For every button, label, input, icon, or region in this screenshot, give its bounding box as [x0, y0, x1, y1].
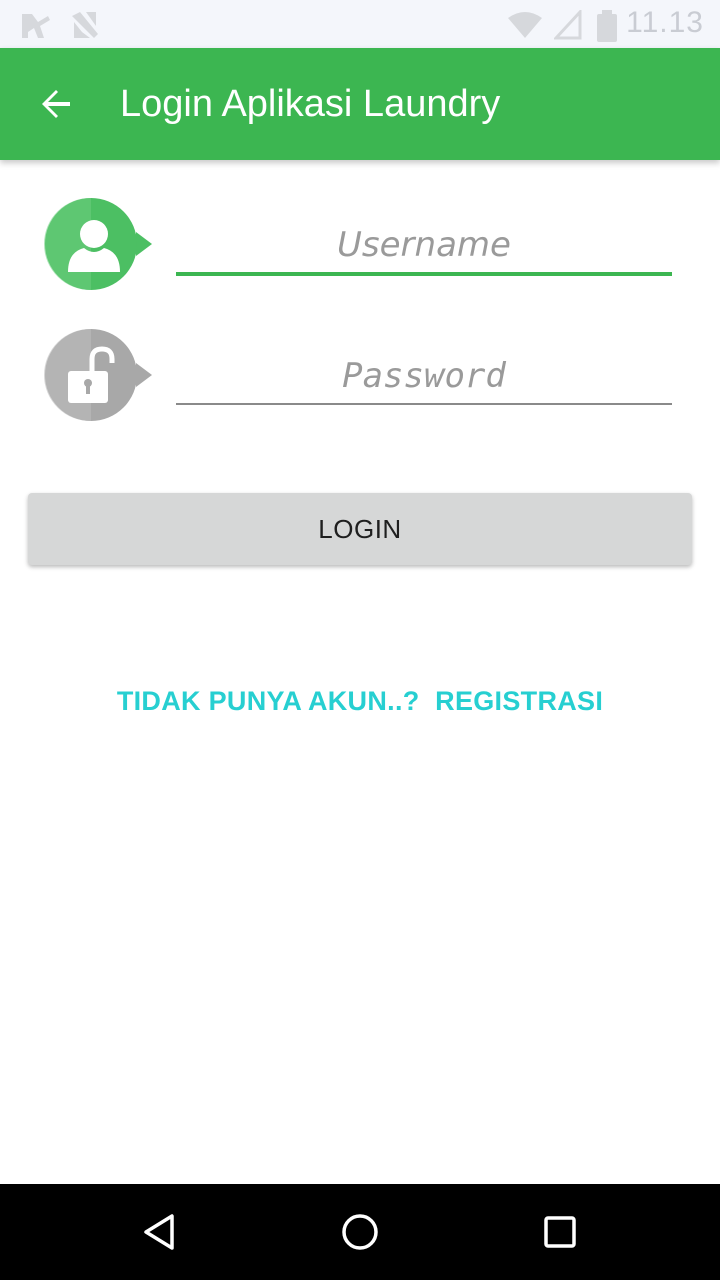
wifi-icon — [508, 12, 542, 38]
nav-back-button[interactable] — [132, 1204, 188, 1260]
nav-home-button[interactable] — [332, 1204, 388, 1260]
unlocked-padlock-icon — [44, 329, 152, 422]
login-button[interactable]: LOGIN — [28, 493, 692, 565]
username-row — [44, 198, 674, 294]
recent-apps-square-icon — [544, 1216, 576, 1248]
no-sim-icon — [72, 12, 98, 38]
back-triangle-icon — [144, 1214, 174, 1250]
password-row — [44, 329, 674, 425]
nav-recent-apps-button[interactable] — [532, 1204, 588, 1260]
home-circle-icon — [342, 1214, 378, 1250]
battery-icon — [597, 10, 617, 42]
login-screen: 11.13 Login Aplikasi Laundry Username LO… — [0, 0, 720, 1280]
username-underline — [176, 272, 672, 276]
arrow-left-icon — [42, 90, 70, 118]
status-bar: 11.13 — [0, 0, 720, 48]
navigation-bar — [0, 1184, 720, 1280]
page-title: Login Aplikasi Laundry — [120, 83, 501, 125]
username-input[interactable] — [176, 216, 672, 274]
password-input[interactable] — [176, 347, 672, 405]
register-link[interactable]: TIDAK PUNYA AKUN..? REGISTRASI — [0, 686, 720, 717]
user-icon — [44, 198, 152, 291]
notification-icon — [22, 14, 50, 38]
password-underline — [176, 403, 672, 405]
signal-icon — [554, 10, 582, 40]
app-bar: Login Aplikasi Laundry — [0, 48, 720, 160]
status-time: 11.13 — [626, 6, 704, 39]
back-button[interactable] — [28, 76, 84, 132]
